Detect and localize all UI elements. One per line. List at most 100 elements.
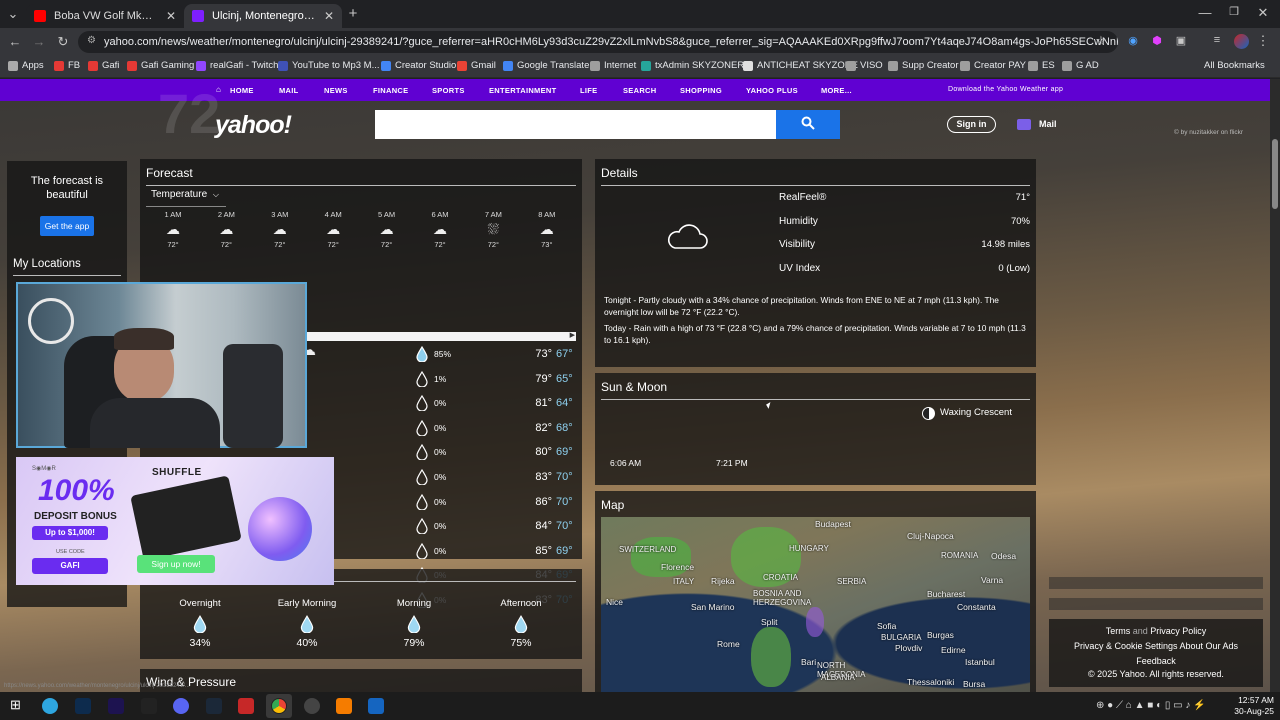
cookie-settings-link[interactable]: Privacy & Cookie Settings	[1074, 641, 1178, 651]
nav-link[interactable]: LIFE	[580, 86, 597, 95]
bookmark-label: G AD	[1076, 60, 1099, 71]
address-bar[interactable]: ⚙ yahoo.com/news/weather/montenegro/ulci…	[78, 31, 1118, 53]
extension-icon[interactable]: ⬢	[1148, 34, 1166, 47]
bookmark-item[interactable]: YouTube to Mp3 M...	[278, 60, 380, 71]
page-scrollbar[interactable]	[1270, 79, 1280, 692]
bookmark-item[interactable]: Supp Creator	[888, 60, 959, 71]
download-app-link[interactable]: Download the Yahoo Weather app	[948, 86, 1063, 93]
telegram-icon[interactable]	[42, 698, 58, 714]
mail-link[interactable]: Mail	[1039, 119, 1057, 129]
nav-link[interactable]: NEWS	[324, 86, 348, 95]
system-tray-icons[interactable]: ⊕ ● ⟋ ⌂ ▲ ■ ◐ ▯ ▭ ♪ ⚡	[1096, 700, 1206, 711]
discord-icon[interactable]	[173, 698, 189, 714]
bookmark-star-icon[interactable]: ☆	[1092, 33, 1110, 49]
bookmark-item[interactable]: Internet	[590, 60, 636, 71]
bookmark-item[interactable]: Creator Studio	[381, 60, 456, 71]
reload-icon[interactable]: ↻	[54, 34, 72, 50]
vanguard-icon[interactable]	[238, 698, 254, 714]
yahoo-logo[interactable]: yahoo!	[215, 111, 292, 140]
bookmark-item[interactable]: Google Translate	[503, 60, 589, 71]
sign-in-button[interactable]: Sign in	[947, 116, 996, 133]
app-icon[interactable]	[336, 698, 352, 714]
clock-time[interactable]: 12:57 AM	[1236, 695, 1274, 705]
bookmark-item[interactable]: ES	[1028, 60, 1055, 71]
divider	[601, 185, 1030, 186]
extension-icon[interactable]: ◉	[1124, 34, 1142, 47]
extensions-puzzle-icon[interactable]: ▣	[1172, 34, 1190, 47]
bookmark-item[interactable]: G AD	[1062, 60, 1099, 71]
ad-signup-button[interactable]: Sign up now!	[137, 555, 215, 573]
radar-map[interactable]: Budapest HUNGARY SWITZERLAND Cluj-Napoca ROM…	[601, 517, 1030, 692]
period-precip: 75%	[510, 637, 532, 649]
tab-0[interactable]: Boba VW Golf Mk2 DSG AWD 2 ✕	[26, 4, 184, 28]
get-the-app-button[interactable]: Get the app	[40, 216, 94, 236]
bookmark-item[interactable]: VISO	[846, 60, 883, 71]
map-label: Odesa	[991, 551, 1017, 561]
bookmark-item[interactable]: FB	[54, 60, 80, 71]
feedback-link[interactable]: Feedback	[1049, 656, 1263, 666]
tab-list-icon[interactable]: ⌄	[4, 6, 22, 22]
avatar[interactable]	[1234, 34, 1249, 49]
tab-search-icon[interactable]: ≡	[1208, 34, 1226, 46]
divider	[601, 399, 1030, 400]
cloud-icon	[667, 224, 708, 249]
steam-icon[interactable]	[206, 698, 222, 714]
windows-start-icon[interactable]: ⊞	[10, 697, 26, 713]
bookmark-item[interactable]: Gmail	[457, 60, 496, 71]
nav-link[interactable]: ENTERTAINMENT	[489, 86, 557, 95]
close-icon[interactable]: ✕	[316, 9, 334, 23]
nav-link[interactable]: HOME	[230, 86, 254, 95]
cloud-icon: ☁	[433, 221, 447, 237]
back-icon[interactable]: ←	[6, 34, 24, 49]
nav-link[interactable]: FINANCE	[373, 86, 408, 95]
search-button[interactable]	[776, 110, 840, 139]
bookmark-label: Gmail	[471, 60, 496, 71]
minimize-icon[interactable]: —	[1196, 5, 1214, 20]
bookmark-item[interactable]: Gafi	[88, 60, 119, 71]
menu-icon[interactable]: ⋮	[1254, 33, 1272, 49]
privacy-link[interactable]: Privacy Policy	[1150, 626, 1206, 636]
wind-pressure-panel: Wind & Pressure	[140, 669, 582, 692]
my-locations-heading: My Locations	[13, 258, 81, 270]
bookmark-item[interactable]: Apps	[8, 60, 44, 71]
chrome-taskbar-item[interactable]	[266, 694, 292, 718]
search-input[interactable]	[375, 110, 777, 139]
forecast-type-dropdown[interactable]: Temperature ⌵	[151, 189, 219, 200]
scroll-right-icon[interactable]: ▶	[570, 331, 575, 339]
radar-blob	[751, 627, 791, 687]
site-info-icon[interactable]: ⚙	[87, 35, 96, 46]
nav-link[interactable]: MORE...	[821, 86, 852, 95]
nav-link[interactable]: MAIL	[279, 86, 299, 95]
sun-moon-title: Sun & Moon	[601, 380, 668, 394]
terms-link[interactable]: Terms	[1106, 626, 1131, 636]
new-tab-button[interactable]: +	[344, 5, 362, 22]
chair-back	[223, 344, 283, 448]
nav-link[interactable]: YAHOO PLUS	[746, 86, 798, 95]
premiere-icon[interactable]	[108, 698, 124, 714]
bookmark-item[interactable]: realGafi - Twitch	[196, 60, 278, 71]
forward-icon[interactable]: →	[30, 34, 48, 49]
mail-icon[interactable]	[1017, 119, 1031, 130]
clock-date[interactable]: 30-Aug-25	[1232, 706, 1274, 716]
close-icon[interactable]: ✕	[158, 9, 176, 23]
obs-icon[interactable]	[304, 698, 320, 714]
nav-link[interactable]: SEARCH	[623, 86, 656, 95]
nav-link[interactable]: SHOPPING	[680, 86, 722, 95]
map-label: SERBIA	[837, 577, 867, 586]
bookmark-item[interactable]: ANTICHEAT SKYZONE	[743, 60, 858, 71]
about-ads-link[interactable]: About Our Ads	[1180, 641, 1239, 651]
bookmark-item[interactable]: txAdmin SKYZONERP	[641, 60, 751, 71]
restore-icon[interactable]: ❐	[1225, 5, 1243, 18]
epic-games-icon[interactable]	[141, 698, 157, 714]
nav-link[interactable]: SPORTS	[432, 86, 465, 95]
tab-1[interactable]: Ulcinj, Montenegro - Weather F ✕	[184, 4, 342, 28]
photoshop-icon[interactable]	[75, 698, 91, 714]
scroll-thumb[interactable]	[1272, 139, 1278, 209]
window-close-icon[interactable]: ✕	[1254, 5, 1272, 21]
app-icon[interactable]	[368, 698, 384, 714]
bookmark-item[interactable]: Creator PAY	[960, 60, 1026, 71]
hour-label: 4 AM	[324, 210, 342, 219]
all-bookmarks-button[interactable]: All Bookmarks	[1204, 60, 1265, 71]
bookmark-item[interactable]: Gafi Gaming	[127, 60, 194, 71]
sponsor-ad[interactable]: S◉M◉R SHUFFLE 100% DEPOSIT BONUS Up to $…	[16, 457, 334, 585]
